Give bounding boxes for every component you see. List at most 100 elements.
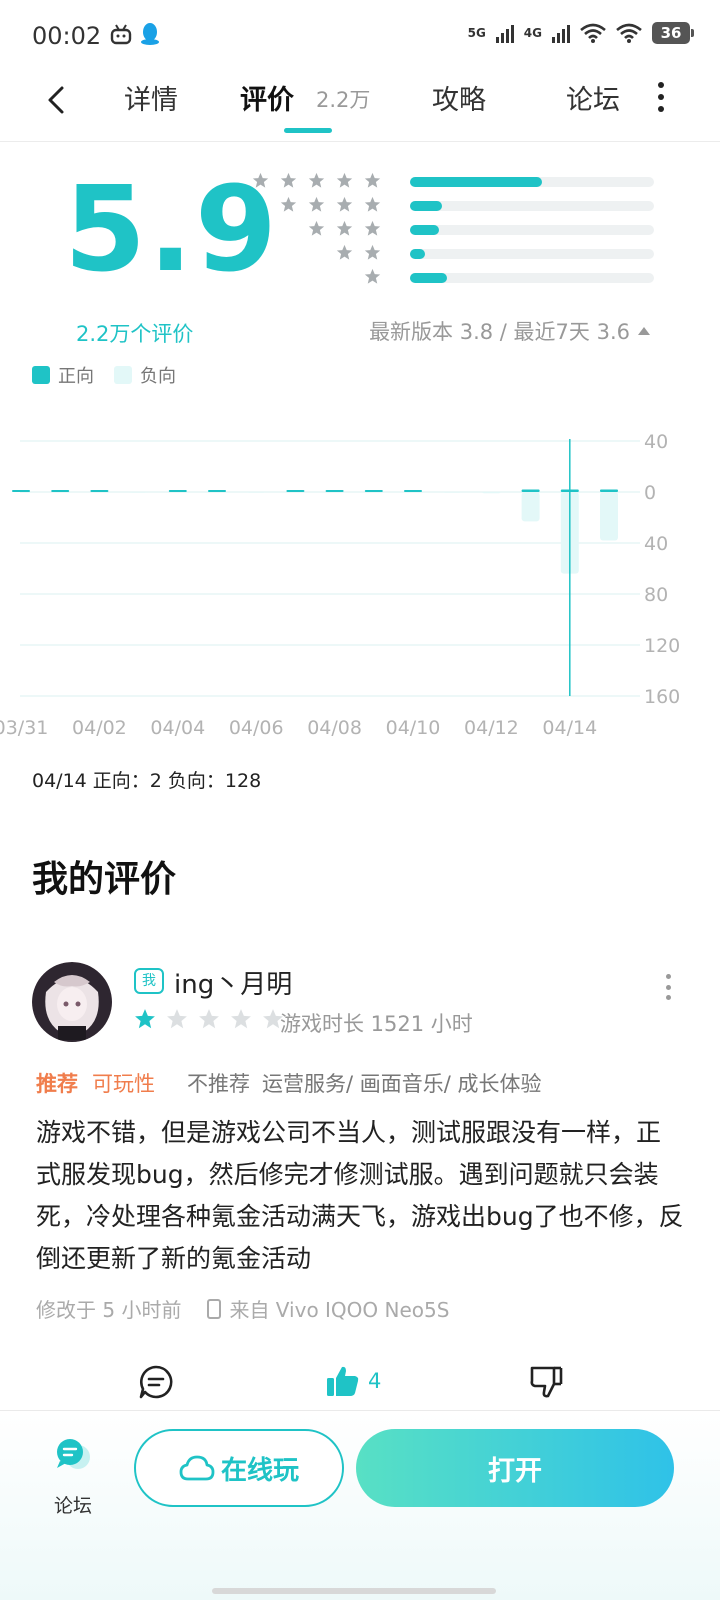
thumbs-up-icon	[327, 1366, 359, 1396]
bottom-action-bar: 论坛 在线玩 打开	[0, 1410, 720, 1600]
y-tick-label: 40	[644, 533, 668, 555]
like-count: 4	[368, 1369, 382, 1393]
thumbs-down-icon[interactable]	[528, 1364, 564, 1400]
review-trend-chart[interactable]: 40 0 40 80 120 160 03/31 04/02 04/04 04/06 04/08 04…	[0, 420, 720, 750]
star-icon	[280, 172, 297, 188]
rating-row-1-stars	[262, 268, 662, 292]
positive-bar	[208, 490, 226, 492]
x-tick-label: 04/02	[72, 717, 127, 739]
star-icon	[364, 196, 381, 212]
star-icon	[364, 220, 381, 236]
negative-bar	[247, 492, 266, 493]
phone-icon	[207, 1298, 222, 1319]
legend-positive-label: 正向	[58, 366, 94, 387]
like-button[interactable]: 4	[326, 1364, 381, 1398]
x-tick-label: 04/06	[229, 717, 284, 739]
open-button[interactable]: 打开	[356, 1429, 674, 1507]
rating-row-3-stars	[262, 220, 662, 244]
username[interactable]: ing丶月明	[174, 964, 292, 1001]
signal-icon-2	[552, 23, 570, 43]
rating-row-stars	[364, 268, 381, 285]
y-tick-label: 0	[644, 482, 656, 504]
battery-icon: 36	[652, 22, 694, 44]
rating-bar-track	[410, 201, 654, 211]
star-icon	[364, 172, 381, 188]
status-bar: 00:02 5G 4G 36	[0, 0, 720, 72]
positive-bar	[521, 489, 540, 492]
me-badge: 我	[134, 968, 164, 994]
x-tick-label: 04/04	[150, 717, 205, 739]
legend-negative-swatch	[114, 366, 132, 384]
forum-icon	[57, 1439, 90, 1469]
review-body[interactable]: 游戏不错，但是游戏公司不当人，测试服跟没有一样，正式服发现bug，然后修完才修测…	[36, 1112, 684, 1280]
x-tick-label: 04/14	[542, 717, 597, 739]
play-online-button[interactable]: 在线玩	[134, 1429, 344, 1507]
home-indicator[interactable]	[212, 1588, 496, 1594]
network-4g-label: 4G	[523, 26, 542, 40]
positive-bar	[90, 490, 109, 492]
forum-label: 论坛	[53, 1495, 92, 1517]
review-tags: 推荐 可玩性 不推荐 运营服务/ 画面音乐/ 成长体验	[36, 1068, 542, 1098]
star-empty-icon	[199, 1009, 219, 1029]
forum-button[interactable]: 论坛	[48, 1433, 94, 1517]
y-tick-label: 40	[644, 431, 668, 453]
open-label: 打开	[488, 1455, 542, 1487]
tab-detail[interactable]: 详情	[124, 78, 178, 117]
play-online-label: 在线玩	[220, 1455, 299, 1486]
review-modified: 修改于 5 小时前	[36, 1298, 182, 1322]
status-time: 00:02	[32, 22, 102, 50]
chart-legend: 正向 负向	[32, 362, 176, 388]
top-nav: 详情 评价 2.2万 攻略 论坛	[0, 72, 720, 142]
avatar-image	[32, 962, 112, 1042]
positive-bar	[51, 490, 70, 492]
avatar[interactable]	[32, 962, 112, 1042]
review-device: 来自 Vivo IQOO Neo5S	[229, 1298, 450, 1322]
rating-bar-fill	[410, 249, 425, 259]
rating-row-stars	[308, 220, 381, 237]
star-icon	[364, 268, 381, 284]
version-rating[interactable]: 最新版本 3.8 / 最近7天 3.6	[369, 316, 650, 346]
tab-review[interactable]: 评价	[240, 78, 294, 117]
review-actions: 4	[0, 1364, 720, 1408]
rating-bar-track	[410, 177, 654, 187]
tab-guide[interactable]: 攻略	[432, 78, 486, 117]
wifi-icon	[580, 23, 606, 43]
playtime: 游戏时长 1521 小时	[280, 1012, 473, 1036]
not-recommend-label: 不推荐	[187, 1072, 250, 1096]
y-tick-label: 120	[644, 635, 680, 657]
star-icon	[336, 172, 353, 188]
positive-bar	[168, 490, 187, 492]
chart-selected-summary: 04/14 正向：2 负向：128	[32, 770, 262, 792]
comment-icon[interactable]	[138, 1364, 174, 1400]
x-tick-label: 03/31	[0, 717, 48, 739]
star-empty-icon	[167, 1009, 187, 1029]
tab-review-count: 2.2万	[316, 88, 371, 112]
tab-forum[interactable]: 论坛	[566, 78, 620, 117]
y-tick-label: 160	[644, 686, 680, 708]
active-tab-indicator	[284, 128, 332, 133]
star-icon	[280, 196, 297, 212]
rating-count[interactable]: 2.2万个评价	[76, 318, 193, 348]
positive-bar	[404, 490, 422, 492]
positive-bar	[286, 490, 305, 492]
positive-bar	[325, 490, 344, 492]
rating-bar-fill	[410, 273, 447, 283]
legend-negative-label: 负向	[140, 366, 176, 387]
rating-row-stars	[252, 172, 381, 189]
qq-icon	[141, 23, 159, 45]
rating-bar-track	[410, 273, 654, 283]
x-tick-label: 04/10	[386, 717, 441, 739]
version-rating-text: 最新版本 3.8 / 最近7天 3.6	[369, 320, 630, 344]
more-menu-icon[interactable]	[656, 82, 666, 112]
tv-icon	[110, 24, 132, 45]
rating-distribution	[252, 172, 662, 292]
star-icon	[336, 220, 353, 236]
negative-bar	[482, 492, 501, 494]
wifi-icon-2	[616, 23, 642, 43]
back-arrow-icon[interactable]	[38, 80, 78, 120]
x-tick-label: 04/12	[464, 717, 519, 739]
rating-bar-track	[410, 225, 654, 235]
review-more-icon[interactable]	[664, 974, 672, 1000]
user-star-rating	[134, 1008, 284, 1030]
rating-row-stars	[336, 244, 381, 261]
